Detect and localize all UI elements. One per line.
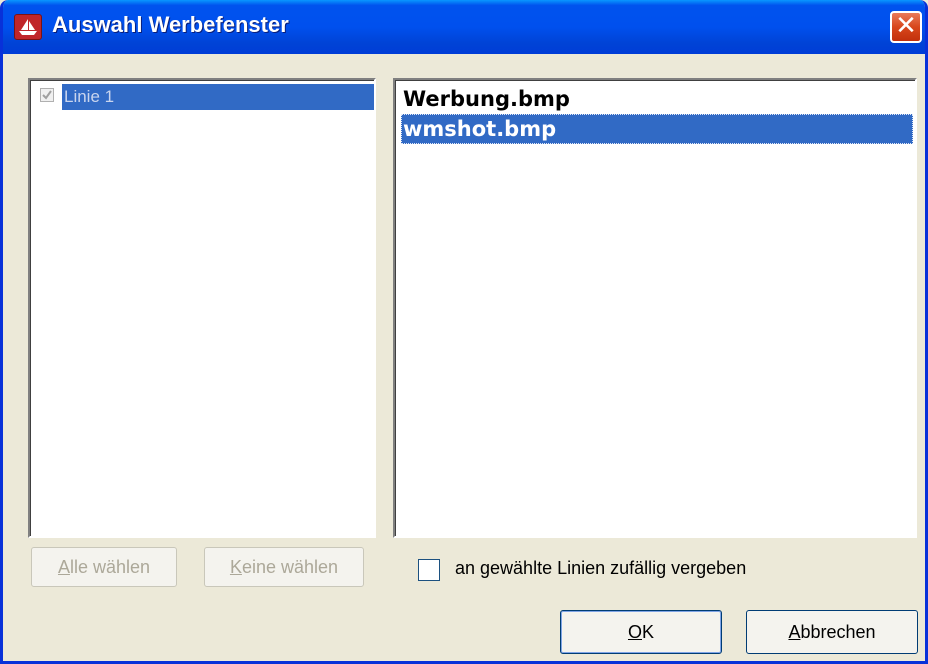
list-item-file[interactable]: Werbung.bmp <box>401 84 913 114</box>
dialog-window: Auswahl Werbefenster ✕ Linie 1 Werbung.b… <box>0 0 928 664</box>
lines-list[interactable]: Linie 1 <box>28 78 376 538</box>
cancel-button[interactable]: Abbrechen <box>746 610 918 654</box>
ok-button[interactable]: OK <box>560 610 722 654</box>
select-all-accel: A <box>57 557 70 577</box>
app-ship-icon <box>14 14 42 40</box>
ok-label: K <box>642 622 655 642</box>
select-none-accel: K <box>229 557 242 577</box>
line-checkbox[interactable] <box>40 88 54 102</box>
checkmark-icon <box>42 90 52 100</box>
line-label: Linie 1 <box>62 84 374 110</box>
list-item-line[interactable]: Linie 1 <box>38 84 374 110</box>
select-all-label: lle wählen <box>69 557 151 577</box>
select-none-label: eine wählen <box>241 557 339 577</box>
random-assign-checkbox[interactable] <box>418 559 440 581</box>
cancel-label: bbrechen <box>800 622 876 642</box>
random-assign-label[interactable]: an gewählte Linien zufällig vergeben <box>455 558 746 579</box>
files-list[interactable]: Werbung.bmp wmshot.bmp <box>393 78 917 538</box>
ok-accel: O <box>627 622 642 642</box>
close-icon: ✕ <box>895 11 917 41</box>
select-none-button[interactable]: Keine wählen <box>204 547 364 587</box>
list-item-file-selected[interactable]: wmshot.bmp <box>401 114 913 144</box>
close-button[interactable]: ✕ <box>890 11 922 43</box>
select-all-button[interactable]: Alle wählen <box>31 547 177 587</box>
title-bar[interactable]: Auswahl Werbefenster ✕ <box>3 0 925 54</box>
window-title: Auswahl Werbefenster <box>52 12 289 37</box>
cancel-accel: A <box>788 622 801 642</box>
